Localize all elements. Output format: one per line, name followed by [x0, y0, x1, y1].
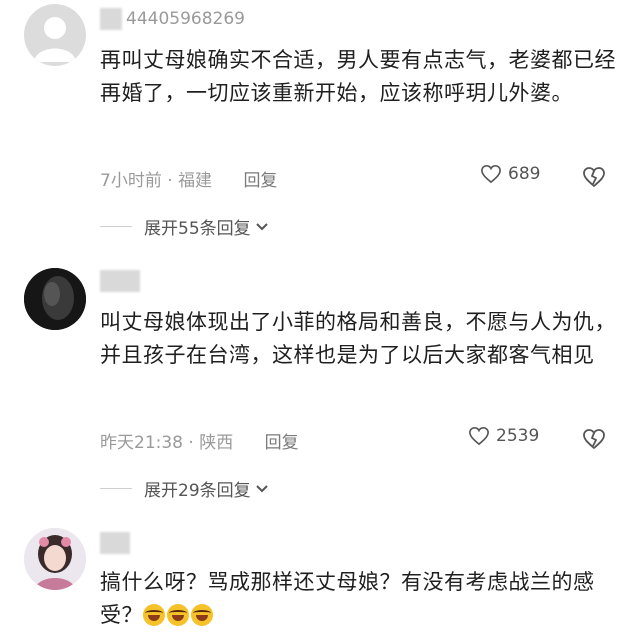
broken-heart-icon: [583, 167, 605, 188]
expand-label: 展开29条回复: [144, 481, 251, 501]
like-count: 689: [508, 164, 541, 184]
blurred-name: [100, 532, 130, 554]
dislike-button[interactable]: [582, 166, 606, 192]
comment-meta: 昨天21:38 · 陕西 回复: [100, 428, 299, 453]
default-avatar-icon: [34, 17, 76, 62]
avatar[interactable]: [24, 528, 86, 590]
rofl-emoji-icon: [191, 604, 213, 626]
heart-icon: [469, 426, 489, 446]
comment-meta: 7小时前 · 福建 回复: [100, 166, 277, 191]
rofl-emoji-icon: [167, 604, 189, 626]
like-button[interactable]: 2539: [468, 426, 539, 446]
avatar[interactable]: [24, 268, 86, 330]
time-location: 7小时前 · 福建: [100, 171, 213, 191]
comment-text: 叫丈母娘体现出了小菲的格局和善良，不愿与人为仇，并且孩子在台湾，这样也是为了以后…: [100, 310, 616, 367]
like-button[interactable]: 689: [480, 164, 540, 184]
chevron-down-icon: [255, 222, 268, 230]
heart-icon: [481, 164, 501, 184]
expand-replies-button[interactable]: 展开55条回复: [100, 214, 269, 239]
username[interactable]: [100, 270, 144, 292]
blurred-name: [100, 8, 122, 30]
dislike-button[interactable]: [582, 428, 606, 454]
rofl-emoji-icon: [143, 604, 165, 626]
comment-text: 搞什么呀？骂成那样还丈母娘？有没有考虑战兰的感受？: [100, 570, 595, 627]
divider-line: [100, 488, 132, 489]
comment-text: 再叫丈母娘确实不合适，男人要有点志气，老婆都已经再婚了，一切应该重新开始，应该称…: [100, 48, 616, 105]
username[interactable]: [100, 532, 134, 554]
chevron-down-icon: [255, 484, 268, 492]
blurred-name: [100, 270, 140, 292]
like-count: 2539: [496, 426, 540, 446]
expand-replies-button[interactable]: 展开29条回复: [100, 476, 269, 501]
reply-button[interactable]: 回复: [243, 171, 277, 191]
avatar[interactable]: [24, 4, 86, 66]
divider-line: [100, 226, 132, 227]
user-photo-icon: [24, 528, 86, 590]
expand-label: 展开55条回复: [144, 219, 251, 239]
username[interactable]: 44405968269: [100, 8, 245, 30]
time-location: 昨天21:38 · 陕西: [100, 433, 234, 453]
broken-heart-icon: [583, 429, 605, 450]
user-photo-icon: [24, 268, 86, 330]
reply-button[interactable]: 回复: [265, 433, 299, 453]
